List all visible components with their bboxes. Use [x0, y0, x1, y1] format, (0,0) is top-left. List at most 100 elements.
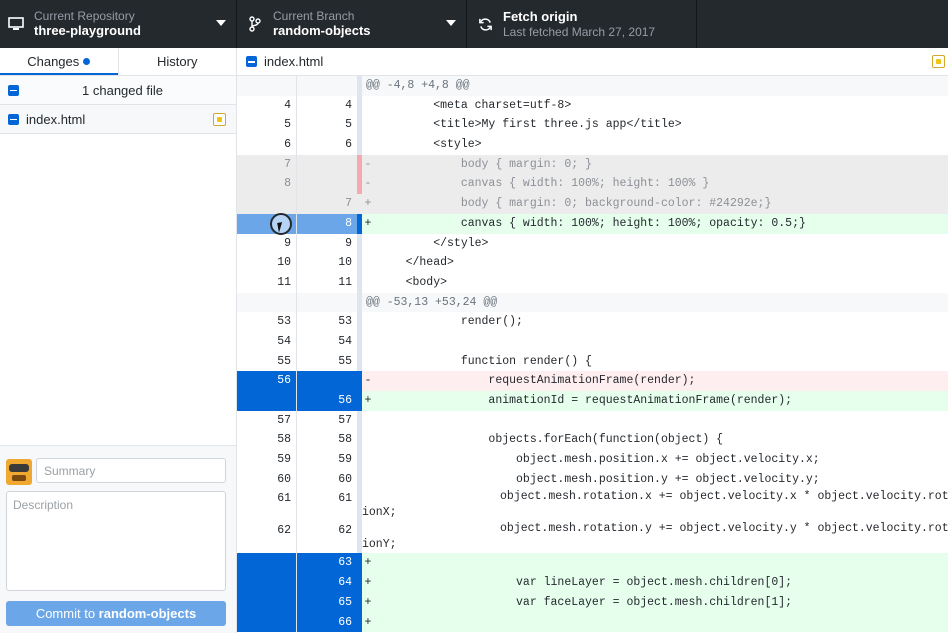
diff-line[interactable]: 57 57	[237, 410, 948, 431]
diff-line[interactable]: 61 61 object.mesh.rotation.x += object.ve…	[237, 489, 948, 522]
old-line-number[interactable]: 4	[237, 95, 297, 116]
diff-line[interactable]: 8 + canvas { width: 100%; height: 100%; o…	[237, 213, 948, 234]
old-line-number[interactable]: 5	[237, 115, 297, 136]
new-line-number[interactable]: 59	[297, 450, 357, 470]
file-list-item[interactable]: index.html	[0, 105, 236, 134]
new-line-number[interactable]: 60	[297, 469, 357, 490]
select-all-checkbox[interactable]	[8, 84, 19, 96]
diff-line[interactable]: 66 <style>	[237, 135, 948, 155]
diff-line[interactable]: 54 54	[237, 331, 948, 352]
diff-code: canvas { width: 100%; height: 100% }	[378, 177, 710, 191]
new-line-number[interactable]: 9	[297, 233, 357, 254]
diff-line[interactable]: 10 10 </head>	[237, 253, 948, 273]
commit-button[interactable]: Commit to random-objects	[6, 601, 226, 626]
diff-code: object.mesh.rotation.y += object.velocit…	[362, 522, 948, 552]
old-line-number[interactable]: 11	[237, 272, 297, 293]
sidebar: Changes History 1 changed file index.htm…	[0, 48, 237, 633]
diff-line[interactable]: 59 59 object.mesh.position.x += object.ve…	[237, 450, 948, 470]
new-line-number[interactable]: 6	[297, 135, 357, 155]
repository-label: Current Repository	[34, 9, 135, 23]
old-line-number[interactable]: 53	[237, 312, 297, 332]
old-line-number[interactable]	[237, 612, 297, 633]
old-line-number[interactable]	[237, 573, 297, 593]
diff-line[interactable]: 56 + animationId = requestAnimationFrame(…	[237, 391, 948, 411]
new-line-number[interactable]: 7	[297, 194, 357, 214]
new-line-number[interactable]: 65	[297, 592, 357, 613]
old-line-number[interactable]: 8	[237, 174, 297, 195]
diff-line[interactable]: 44 <meta charset=utf-8>	[237, 95, 948, 116]
old-line-number[interactable]	[237, 391, 297, 411]
fetch-origin-button[interactable]: Fetch origin Last fetched March 27, 2017	[467, 0, 697, 48]
diff-line[interactable]: 7 - body { margin: 0; }	[237, 154, 948, 175]
new-line-number[interactable]: 66	[297, 612, 357, 633]
new-line-number[interactable]	[297, 154, 357, 175]
new-line-number[interactable]: 11	[297, 272, 357, 293]
diff-marker: -	[364, 157, 372, 171]
new-line-number[interactable]: 63	[297, 553, 357, 574]
new-line-number[interactable]: 10	[297, 253, 357, 273]
old-line-number[interactable]: 10	[237, 253, 297, 273]
diff-line[interactable]: 66 +	[237, 612, 948, 633]
new-line-number[interactable]: 8	[297, 213, 357, 234]
old-line-number[interactable]: 55	[237, 351, 297, 372]
diff-line[interactable]: 56 - requestAnimationFrame(render);	[237, 371, 948, 391]
new-line-number[interactable]: 56	[297, 391, 357, 411]
diff-line[interactable]: 64 + var lineLayer = object.mesh.children…	[237, 573, 948, 593]
new-line-number[interactable]: 55	[297, 351, 357, 372]
old-line-number[interactable]	[237, 76, 297, 96]
old-line-number[interactable]: 54	[237, 331, 297, 352]
diff-line[interactable]: 11 11 <body>	[237, 272, 948, 293]
old-line-number[interactable]: 60	[237, 469, 297, 490]
tab-history[interactable]: History	[117, 48, 237, 75]
old-line-number[interactable]	[237, 194, 297, 214]
new-line-number[interactable]: 54	[297, 331, 357, 352]
new-line-number[interactable]	[297, 174, 357, 195]
branch-selector[interactable]: Current Branch random-objects	[237, 0, 467, 48]
old-line-number[interactable]: 56	[237, 371, 297, 391]
tab-changes[interactable]: Changes	[0, 48, 118, 75]
diff-line[interactable]: 8 - canvas { width: 100%; height: 100% }	[237, 174, 948, 195]
diff-line[interactable]: 60 60 object.mesh.position.y += object.ve…	[237, 469, 948, 490]
new-line-number[interactable]: 53	[297, 312, 357, 332]
new-line-number[interactable]: 61	[297, 489, 357, 522]
old-line-number[interactable]: 61	[237, 489, 297, 522]
diff-marker: +	[364, 197, 372, 211]
diff-line[interactable]: 58 58 objects.forEach(function(object) {	[237, 430, 948, 451]
old-line-number[interactable]	[237, 213, 297, 234]
diff-line[interactable]: 99 </style>	[237, 233, 948, 254]
old-line-number[interactable]	[237, 292, 297, 313]
old-line-number[interactable]: 58	[237, 430, 297, 451]
old-line-number[interactable]: 7	[237, 154, 297, 175]
diff-line[interactable]: 63 +	[237, 553, 948, 574]
old-line-number[interactable]: 6	[237, 135, 297, 155]
old-line-number[interactable]: 57	[237, 410, 297, 431]
diff-file-checkbox[interactable]	[246, 56, 257, 67]
new-line-number[interactable]	[297, 292, 357, 313]
diff-line[interactable]: 65 + var faceLayer = object.mesh.children…	[237, 592, 948, 613]
old-line-number[interactable]: 62	[237, 521, 297, 554]
old-line-number[interactable]	[237, 553, 297, 574]
repository-selector[interactable]: Current Repository three-playground	[0, 0, 237, 48]
new-line-number[interactable]: 4	[297, 95, 357, 116]
old-line-number[interactable]: 59	[237, 450, 297, 470]
description-input[interactable]	[6, 491, 226, 591]
diff-marker	[362, 332, 374, 352]
summary-input[interactable]	[36, 458, 226, 483]
diff-line[interactable]: 55 55 function render() {	[237, 351, 948, 372]
diff-marker: +	[364, 576, 372, 590]
diff-line[interactable]: 53 53 render();	[237, 312, 948, 332]
new-line-number[interactable]	[297, 76, 357, 96]
file-modified-icon	[213, 113, 226, 126]
diff-line[interactable]: 7 + body { margin: 0; background-color: #…	[237, 194, 948, 214]
diff-line[interactable]: 62 62 object.mesh.rotation.y += object.ve…	[237, 521, 948, 554]
file-checkbox[interactable]	[8, 113, 19, 125]
old-line-number[interactable]: 9	[237, 233, 297, 254]
new-line-number[interactable]: 57	[297, 410, 357, 431]
diff-line[interactable]: 55 <title>My first three.js app</title>	[237, 115, 948, 136]
new-line-number[interactable]: 5	[297, 115, 357, 136]
new-line-number[interactable]	[297, 371, 357, 391]
new-line-number[interactable]: 58	[297, 430, 357, 451]
new-line-number[interactable]: 64	[297, 573, 357, 593]
old-line-number[interactable]	[237, 592, 297, 613]
new-line-number[interactable]: 62	[297, 521, 357, 554]
